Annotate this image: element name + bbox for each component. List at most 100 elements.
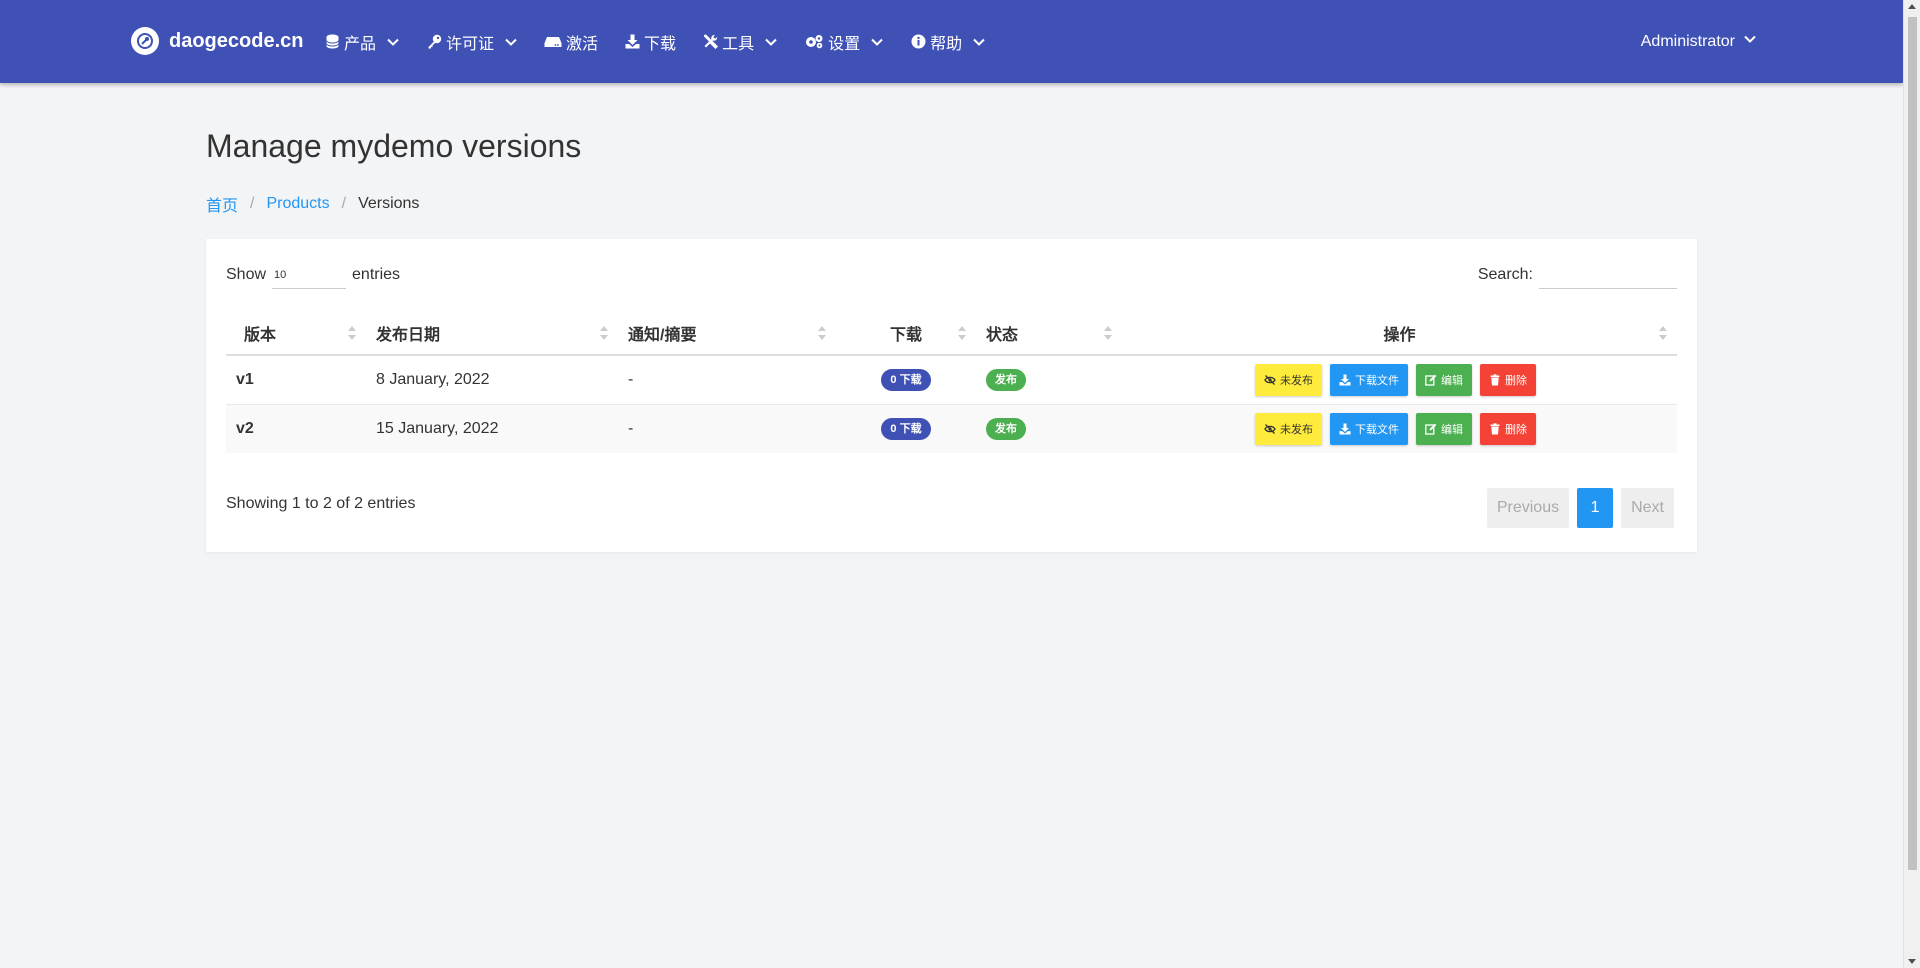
edit-icon: [1425, 423, 1437, 435]
next-page-button[interactable]: Next: [1621, 488, 1674, 528]
eye-slash-icon: [1264, 374, 1276, 385]
nav-item-help[interactable]: 帮助: [910, 0, 998, 83]
nav-label-activation: 激活: [566, 35, 599, 53]
brand-link[interactable]: daogecode.cn: [131, 27, 303, 55]
user-menu[interactable]: Administrator: [1641, 0, 1757, 83]
breadcrumb-home-link[interactable]: 首页: [206, 192, 238, 216]
search-input[interactable]: [1539, 261, 1677, 289]
edit-button[interactable]: 编辑: [1416, 363, 1472, 396]
status-cell: 发布: [976, 404, 1122, 453]
page-button[interactable]: 1: [1577, 488, 1614, 528]
sort-icon: [1104, 326, 1112, 340]
delete-button-label: 删除: [1505, 423, 1527, 436]
column-header-actions[interactable]: 操作: [1122, 311, 1677, 356]
chevron-down-icon: [386, 35, 400, 49]
actions-cell: 未发布 下载文件 编辑 删除: [1122, 404, 1677, 453]
scroll-down-arrow-icon[interactable]: [1908, 959, 1916, 964]
delete-button[interactable]: 删除: [1480, 412, 1536, 445]
table-header-row: 版本 发布日期 通知/摘要 下载 状态 操作: [226, 311, 1677, 356]
tools-icon: [702, 34, 718, 50]
cogs-icon: [804, 34, 824, 50]
sort-icon: [348, 326, 356, 340]
table-row: v1 8 January, 2022 - 0 下载 发布 未发布 下载文件 编辑…: [226, 355, 1677, 405]
versions-card: Show 10 entries Search: 版本 发布日期 通知/摘要 下载…: [206, 239, 1697, 552]
vertical-scrollbar[interactable]: [1903, 0, 1920, 968]
info-circle-icon: [910, 34, 926, 50]
nav-label-downloads: 下载: [644, 35, 677, 53]
download-file-button-label: 下载文件: [1355, 423, 1399, 436]
column-header-downloads[interactable]: 下载: [836, 311, 976, 356]
search-label: Search:: [1477, 266, 1533, 283]
brand-name: daogecode.cn: [169, 29, 304, 52]
unpublish-button[interactable]: 未发布: [1255, 412, 1322, 445]
column-header-version[interactable]: 版本: [226, 311, 366, 356]
edit-button-label: 编辑: [1441, 423, 1463, 436]
nav-item-tools[interactable]: 工具: [702, 0, 790, 83]
sort-icon: [1659, 326, 1667, 340]
trash-icon: [1490, 423, 1500, 435]
edit-icon: [1425, 374, 1437, 386]
column-header-notes[interactable]: 通知/摘要: [618, 311, 836, 356]
chevron-down-icon: [764, 35, 778, 49]
chevron-down-icon: [870, 35, 884, 49]
entries-label: entries: [352, 266, 401, 283]
page-title: Manage mydemo versions: [206, 128, 582, 164]
column-header-status[interactable]: 状态: [976, 311, 1122, 356]
entries-length-control: Show 10 entries: [226, 261, 400, 289]
nav-label-help: 帮助: [930, 35, 963, 53]
unpublish-button[interactable]: 未发布: [1255, 363, 1322, 396]
sort-icon: [818, 326, 826, 340]
database-icon: [324, 34, 340, 50]
nav-item-downloads[interactable]: 下载: [624, 0, 688, 83]
unpublish-button-label: 未发布: [1280, 423, 1313, 436]
scrollbar-thumb[interactable]: [1908, 17, 1917, 870]
nav-item-products[interactable]: 产品: [324, 0, 412, 83]
table-info: Showing 1 to 2 of 2 entries: [226, 495, 416, 512]
chevron-down-icon: [972, 35, 986, 49]
download-file-button[interactable]: 下载文件: [1330, 363, 1408, 396]
delete-button[interactable]: 删除: [1480, 363, 1536, 396]
main-nav: 产品 许可证 激活 下载 工具 设置 帮助: [324, 0, 1012, 83]
delete-button-label: 删除: [1505, 374, 1527, 387]
status-cell: 发布: [976, 355, 1122, 405]
show-label: Show: [226, 266, 267, 283]
downloads-cell: 0 下载: [836, 404, 976, 453]
breadcrumb: 首页 / Products / Versions: [206, 192, 419, 216]
download-file-button[interactable]: 下载文件: [1330, 412, 1408, 445]
downloads-cell: 0 下载: [836, 355, 976, 405]
scroll-up-arrow-icon[interactable]: [1908, 4, 1916, 9]
release-date-cell: 15 January, 2022: [366, 404, 618, 453]
unpublish-button-label: 未发布: [1280, 374, 1313, 387]
notes-cell: -: [618, 355, 836, 405]
nav-label-licenses: 许可证: [446, 35, 495, 53]
user-name: Administrator: [1640, 32, 1735, 50]
download-icon: [1339, 374, 1351, 386]
entries-length-select[interactable]: 10: [272, 261, 347, 289]
table-search: Search:: [1478, 261, 1677, 289]
eye-slash-icon: [1264, 423, 1276, 434]
download-file-button-label: 下载文件: [1355, 374, 1399, 387]
breadcrumb-products-link[interactable]: Products: [266, 195, 329, 213]
nav-label-tools: 工具: [722, 35, 755, 53]
release-date-cell: 8 January, 2022: [366, 355, 618, 405]
version-cell: v2: [226, 404, 366, 453]
download-icon: [1339, 423, 1351, 435]
notes-cell: -: [618, 404, 836, 453]
chevron-down-icon: [1743, 32, 1757, 51]
previous-page-button[interactable]: Previous: [1486, 488, 1570, 528]
top-navbar: daogecode.cn 产品 许可证 激活 下载 工具 设置 帮助 Admin…: [0, 0, 1903, 83]
nav-item-licenses[interactable]: 许可证: [426, 0, 530, 83]
nav-item-activation[interactable]: 激活: [544, 0, 610, 83]
nav-label-products: 产品: [344, 35, 377, 53]
breadcrumb-separator: /: [250, 195, 255, 212]
pagination: Previous 1 Next: [1486, 488, 1674, 528]
sort-icon: [958, 326, 966, 340]
column-header-release-date[interactable]: 发布日期: [366, 311, 618, 356]
hdd-icon: [544, 34, 562, 50]
edit-button-label: 编辑: [1441, 374, 1463, 387]
versions-table: 版本 发布日期 通知/摘要 下载 状态 操作 v1 8 January, 202…: [226, 311, 1677, 453]
edit-button[interactable]: 编辑: [1416, 412, 1472, 445]
breadcrumb-separator: /: [341, 195, 347, 212]
version-cell: v1: [226, 355, 366, 405]
nav-item-settings[interactable]: 设置: [804, 0, 896, 83]
